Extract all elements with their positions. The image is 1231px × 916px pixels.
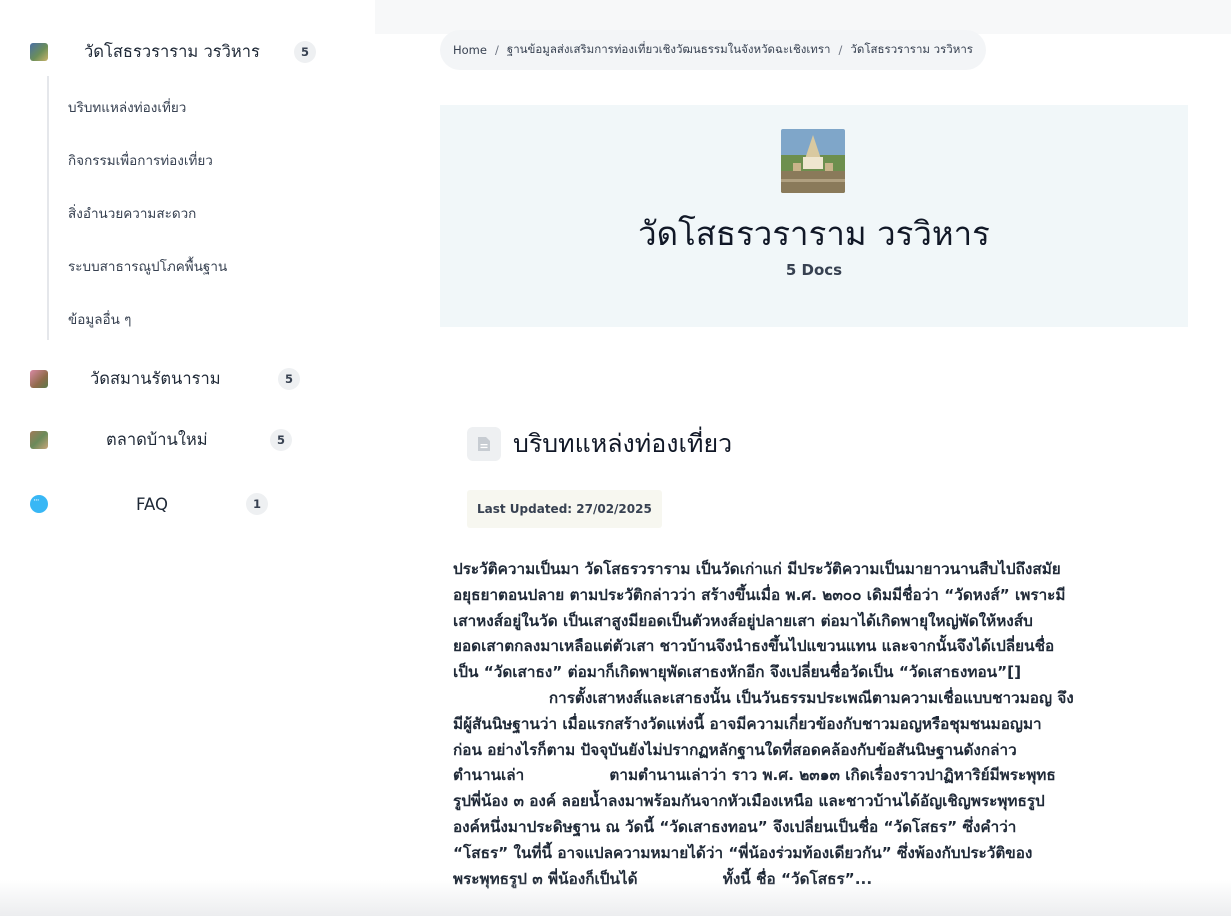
article-line: ยอดเสาตกลงมาเหลือแต่ตัวเสา ชาวบ้านจึงนำธ… — [453, 637, 1055, 656]
sidebar-doc-title: วัดโสธรวราราม วรวิหาร — [84, 42, 260, 61]
doc-count-badge: 1 — [246, 493, 268, 515]
article-line: มีผู้สันนิษฐานว่า เมื่อแรกสร้างวัดแห่งนี… — [453, 714, 1042, 733]
doc-count-badge: 5 — [270, 429, 292, 451]
sidebar: วัดโสธรวราราม วรวิหาร 5 บริบทแหล่งท่องเท… — [0, 0, 375, 916]
article-header: บริบทแหล่งท่องเที่ยว — [467, 424, 732, 464]
breadcrumb-current: วัดโสธรวราราม วรวิหาร — [850, 42, 973, 56]
sidebar-subitem[interactable]: กิจกรรมเพื่อการท่องเที่ยว — [68, 149, 213, 171]
doc-thumbnail-icon — [30, 431, 48, 449]
breadcrumb-separator: / — [494, 43, 499, 57]
breadcrumb: Home / ฐานข้อมูลส่งเสริมการท่องเที่ยวเชิ… — [440, 30, 986, 70]
sidebar-doc-item[interactable]: วัดโสธรวราราม วรวิหาร — [30, 35, 260, 69]
article-line: ประวัติความเป็นมา วัดโสธรวราราม เป็นวัดเ… — [453, 560, 1061, 578]
sidebar-subitem-list: บริบทแหล่งท่องเที่ยว กิจกรรมเพื่อการท่อง… — [47, 76, 347, 340]
breadcrumb-separator: / — [838, 43, 843, 57]
doc-title: วัดโสธรวราราม วรวิหาร — [638, 214, 990, 253]
sidebar-doc-title: ตลาดบ้านใหม่ — [106, 430, 208, 449]
article-line: ก่อน อย่างไรก็ตาม ปัจจุบันยังไม่ปรากฏหลั… — [453, 740, 1017, 759]
footer-fade — [0, 880, 1231, 916]
doc-count-badge: 5 — [294, 41, 316, 63]
doc-count-badge: 5 — [278, 368, 300, 390]
doc-hero-banner: วัดโสธรวราราม วรวิหาร 5 Docs — [440, 105, 1188, 327]
article-title: บริบทแหล่งท่องเที่ยว — [513, 429, 733, 458]
breadcrumb-parent-link[interactable]: ฐานข้อมูลส่งเสริมการท่องเที่ยวเชิงวัฒนธร… — [507, 41, 831, 59]
article-line: เสาหงส์อยู่ในวัด เป็นเสาสูงมียอดเป็นตัวห… — [453, 611, 1033, 630]
article-body: ประวัติความเป็นมา วัดโสธรวราราม เป็นวัดเ… — [453, 557, 1173, 892]
doc-count: 5 Docs — [785, 261, 843, 279]
doc-thumbnail-icon — [30, 43, 48, 61]
sidebar-doc-title: FAQ — [136, 494, 168, 514]
article-line: การตั้งเสาหงส์และเสาธงนั้น เป็นวันธรรมปร… — [453, 688, 1074, 707]
article-line: รูปพี่น้อง ๓ องค์ ลอยน้ำลงมาพร้อมกันจากห… — [453, 792, 1045, 811]
doc-thumbnail-icon — [30, 370, 48, 388]
sidebar-subitem[interactable]: สิ่งอำนวยความสะดวก — [68, 202, 196, 224]
sidebar-doc-item[interactable]: FAQ — [30, 487, 168, 521]
sidebar-doc-item[interactable]: วัดสมานรัตนาราม — [30, 362, 221, 396]
article-line: อยุธยาตอนปลาย ตามประวัติกล่าวว่า สร้างขึ… — [453, 585, 1066, 604]
header-strip — [375, 0, 1231, 34]
sidebar-subitem[interactable]: บริบทแหล่งท่องเที่ยว — [68, 96, 186, 118]
sidebar-doc-item[interactable]: ตลาดบ้านใหม่ — [30, 423, 208, 457]
chat-bubble-icon — [30, 495, 48, 513]
last-updated-badge: Last Updated: 27/02/2025 — [467, 490, 662, 528]
breadcrumb-home-link[interactable]: Home — [453, 43, 487, 57]
document-icon — [467, 427, 501, 461]
article-line: องค์หนึ่งมาประดิษฐาน ณ วัดนี้ “วัดเสาธงท… — [453, 817, 1017, 836]
sidebar-doc-title: วัดสมานรัตนาราม — [90, 369, 221, 388]
article-line: ตำนานเล่า ตามตำนานเล่าว่า ราว พ.ศ. ๒๓๑๓ … — [453, 766, 1056, 785]
article-line: เป็น “วัดเสาธง” ต่อมาก็เกิดพายุพัดเสาธงห… — [453, 663, 1022, 682]
sidebar-subitem[interactable]: ข้อมูลอื่น ๆ — [68, 308, 131, 330]
article-line: “โสธร” ในที่นี้ อาจแปลความหมายได้ว่า “พี… — [453, 843, 1033, 862]
temple-photo — [781, 129, 845, 193]
sidebar-subitem[interactable]: ระบบสาธารณูปโภคพื้นฐาน — [68, 255, 227, 277]
